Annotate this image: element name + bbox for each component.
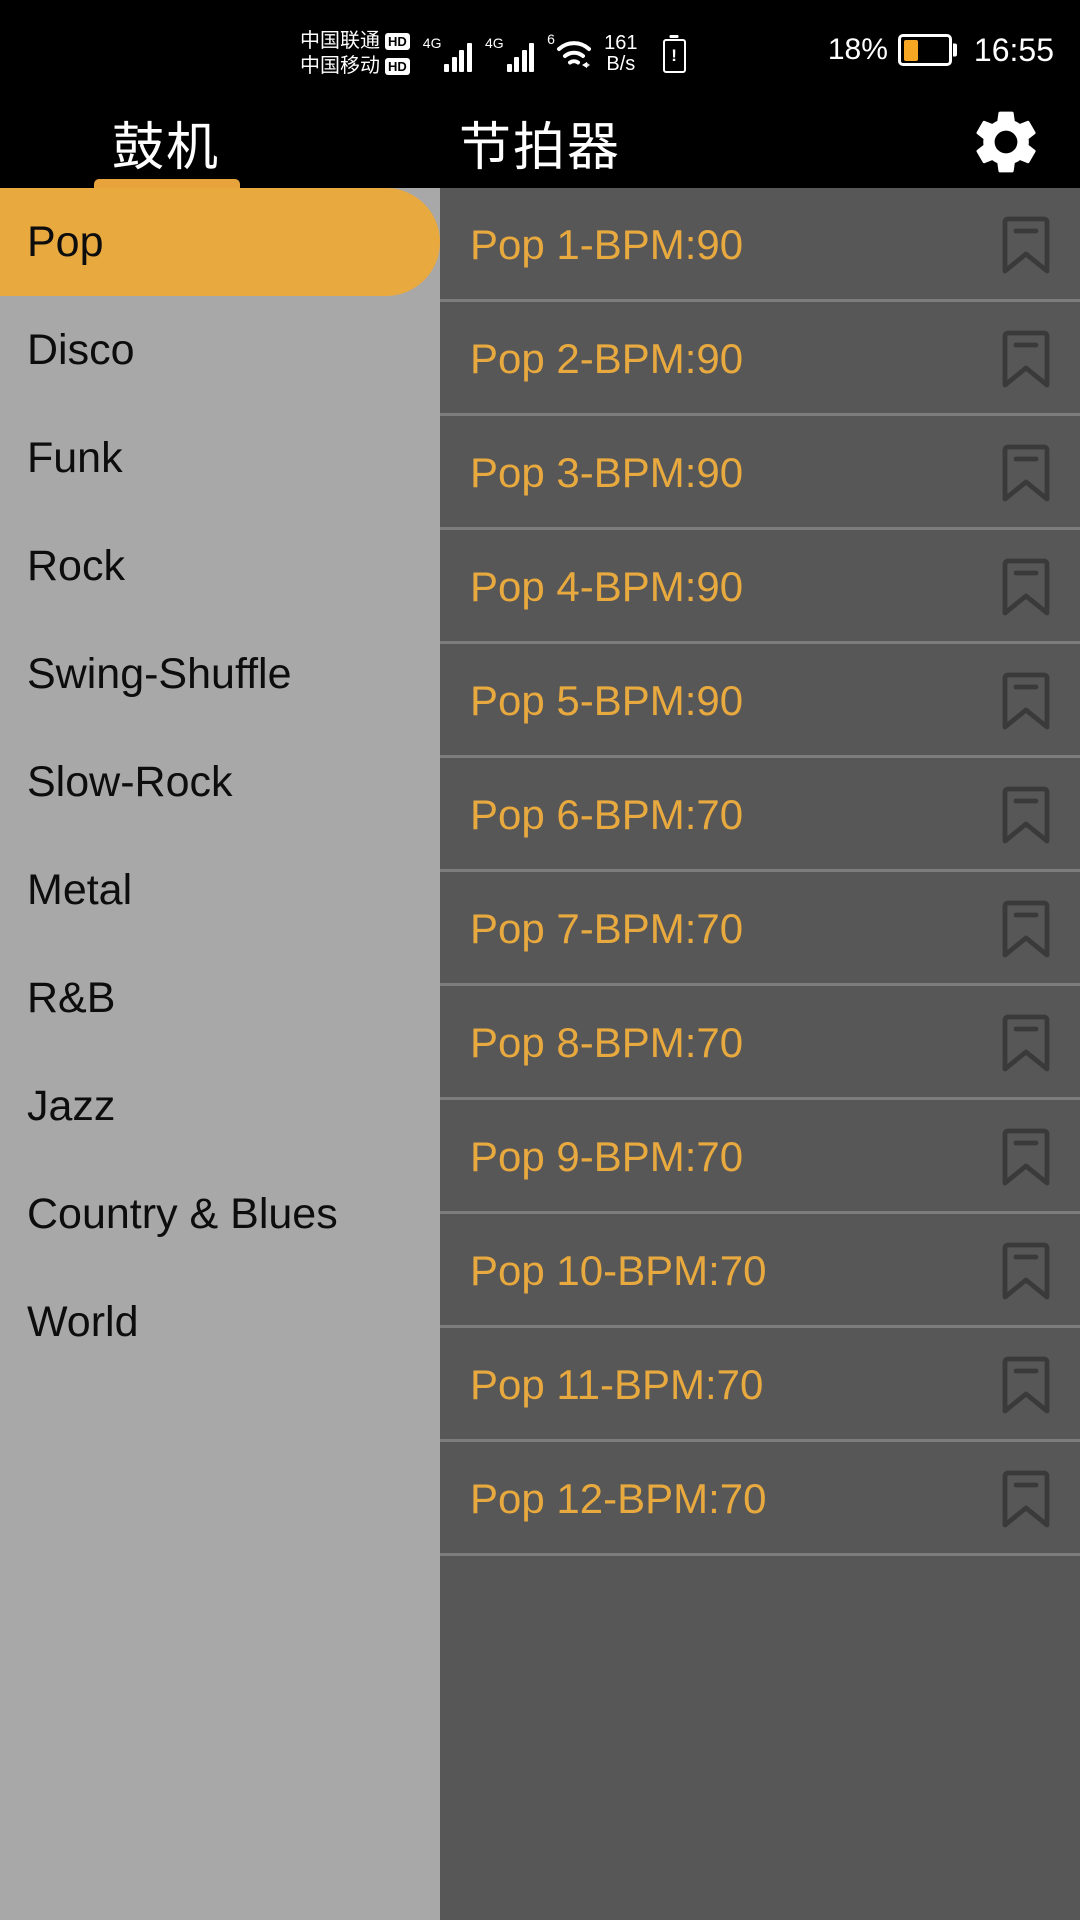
sidebar-item-label: Pop: [27, 217, 104, 266]
battery-fill: [903, 39, 918, 61]
sidebar-item-rnb[interactable]: R&B: [0, 944, 440, 1052]
carrier-row-1: 中国联通 HD: [300, 30, 410, 52]
list-item[interactable]: Pop 8-BPM:70: [440, 986, 1080, 1100]
list-item[interactable]: Pop 7-BPM:70: [440, 872, 1080, 986]
main-content: Pop Disco Funk Rock Swing-Shuffle Slow-R…: [0, 188, 1080, 1920]
bookmark-icon[interactable]: [1000, 328, 1052, 390]
list-item-label: Pop 2-BPM:90: [470, 335, 744, 382]
network-speed: 161 B/s: [604, 31, 638, 75]
sidebar-item-label: Jazz: [27, 1081, 116, 1130]
active-tab-indicator: [94, 179, 240, 188]
wifi-group: 6: [547, 30, 593, 75]
sidebar-item-label: Rock: [27, 541, 125, 590]
tab-drum-machine[interactable]: 鼓机: [52, 96, 280, 188]
list-item-label: Pop 9-BPM:70: [470, 1133, 744, 1180]
list-item-label: Pop 1-BPM:90: [470, 221, 744, 268]
sidebar-item-metal[interactable]: Metal: [0, 836, 440, 944]
list-item-label: Pop 7-BPM:70: [470, 905, 744, 952]
bookmark-icon[interactable]: [1000, 1354, 1052, 1416]
bookmark-icon[interactable]: [1000, 214, 1052, 276]
sidebar-item-swing-shuffle[interactable]: Swing-Shuffle: [0, 620, 440, 728]
list-item-label: Pop 12-BPM:70: [470, 1475, 767, 1522]
sidebar-item-rock[interactable]: Rock: [0, 512, 440, 620]
battery-percent-label: 18%: [827, 33, 888, 66]
sidebar-item-world[interactable]: World: [0, 1268, 440, 1376]
list-item[interactable]: Pop 1-BPM:90: [440, 188, 1080, 302]
bookmark-icon[interactable]: [1000, 784, 1052, 846]
list-item-label: Pop 4-BPM:90: [470, 563, 744, 610]
network-type-label-2: 4G: [484, 34, 504, 51]
bookmark-icon[interactable]: [1000, 898, 1052, 960]
tab-metronome-label: 节拍器: [458, 118, 621, 177]
signal-bars-icon-1: [444, 38, 472, 72]
status-bar-right-cluster: 18% 16:55: [828, 34, 1054, 66]
hd-badge-2: HD: [385, 57, 410, 75]
gear-icon[interactable]: [968, 104, 1044, 180]
list-item[interactable]: Pop 5-BPM:90: [440, 644, 1080, 758]
signal-bars-icon-2: [506, 38, 535, 72]
network-speed-value: 161: [604, 31, 638, 54]
list-item[interactable]: Pop 6-BPM:70: [440, 758, 1080, 872]
sidebar-item-label: Slow-Rock: [27, 757, 233, 806]
bookmark-icon[interactable]: [1000, 1126, 1052, 1188]
list-item[interactable]: Pop 3-BPM:90: [440, 416, 1080, 530]
list-item[interactable]: Pop 12-BPM:70: [440, 1442, 1080, 1556]
list-item[interactable]: Pop 11-BPM:70: [440, 1328, 1080, 1442]
tab-metronome[interactable]: 节拍器: [380, 96, 700, 188]
battery-alert-icon: !: [662, 38, 686, 73]
tab-drum-machine-label: 鼓机: [111, 118, 220, 177]
signal-group-1: 4G: [423, 36, 472, 72]
signal-group-2: 4G: [484, 34, 535, 72]
app-header: 鼓机 节拍器: [0, 96, 1080, 188]
sidebar-item-label: Disco: [27, 325, 135, 374]
carrier-name-2: 中国移动: [300, 55, 380, 77]
wifi-icon: [556, 40, 592, 75]
list-item-label: Pop 10-BPM:70: [470, 1247, 767, 1294]
sidebar-item-slow-rock[interactable]: Slow-Rock: [0, 728, 440, 836]
list-item-label: Pop 5-BPM:90: [470, 677, 744, 724]
list-item[interactable]: Pop 9-BPM:70: [440, 1100, 1080, 1214]
bookmark-icon[interactable]: [1000, 556, 1052, 618]
status-bar: 中国联通 HD 中国移动 HD 4G 4G 6 161 B/s ! 18% 16…: [0, 0, 1080, 96]
carrier-name-1: 中国联通: [300, 30, 380, 52]
bookmark-icon[interactable]: [1000, 1012, 1052, 1074]
app-screen: 中国联通 HD 中国移动 HD 4G 4G 6 161 B/s ! 18% 16…: [0, 0, 1080, 1920]
bookmark-icon[interactable]: [1000, 1240, 1052, 1302]
bookmark-icon[interactable]: [1000, 442, 1052, 504]
sidebar-item-label: R&B: [27, 973, 116, 1022]
network-speed-unit: B/s: [606, 52, 636, 75]
list-item[interactable]: Pop 2-BPM:90: [440, 302, 1080, 416]
sidebar-item-disco[interactable]: Disco: [0, 296, 440, 404]
list-item-label: Pop 6-BPM:70: [470, 791, 744, 838]
genre-sidebar[interactable]: Pop Disco Funk Rock Swing-Shuffle Slow-R…: [0, 188, 440, 1920]
wifi-generation-label: 6: [547, 30, 555, 47]
sidebar-item-label: Metal: [27, 865, 133, 914]
pattern-list[interactable]: Pop 1-BPM:90 Pop 2-BPM:90 Pop 3-BPM:90 P…: [440, 188, 1080, 1920]
sidebar-item-label: Funk: [27, 433, 123, 482]
bookmark-icon[interactable]: [1000, 670, 1052, 732]
carrier-labels: 中国联通 HD 中国移动 HD: [300, 30, 410, 77]
sidebar-item-label: Country & Blues: [27, 1189, 338, 1238]
list-item-label: Pop 3-BPM:90: [470, 449, 744, 496]
sidebar-item-jazz[interactable]: Jazz: [0, 1052, 440, 1160]
sidebar-item-label: Swing-Shuffle: [27, 649, 292, 698]
network-type-label-1: 4G: [422, 34, 442, 51]
list-item-label: Pop 11-BPM:70: [470, 1361, 764, 1408]
sidebar-item-label: World: [27, 1297, 139, 1346]
status-bar-left-cluster: 中国联通 HD 中国移动 HD 4G 4G 6 161 B/s !: [300, 30, 686, 77]
list-item-label: Pop 8-BPM:70: [470, 1019, 744, 1066]
hd-badge-1: HD: [385, 32, 410, 50]
clock-label: 16:55: [973, 32, 1054, 68]
list-item[interactable]: Pop 10-BPM:70: [440, 1214, 1080, 1328]
bookmark-icon[interactable]: [1000, 1468, 1052, 1530]
sidebar-item-pop[interactable]: Pop: [0, 188, 440, 296]
sidebar-item-funk[interactable]: Funk: [0, 404, 440, 512]
list-item[interactable]: Pop 4-BPM:90: [440, 530, 1080, 644]
sidebar-item-country-blues[interactable]: Country & Blues: [0, 1160, 440, 1268]
carrier-row-2: 中国移动 HD: [300, 55, 410, 77]
battery-icon: [897, 34, 952, 66]
